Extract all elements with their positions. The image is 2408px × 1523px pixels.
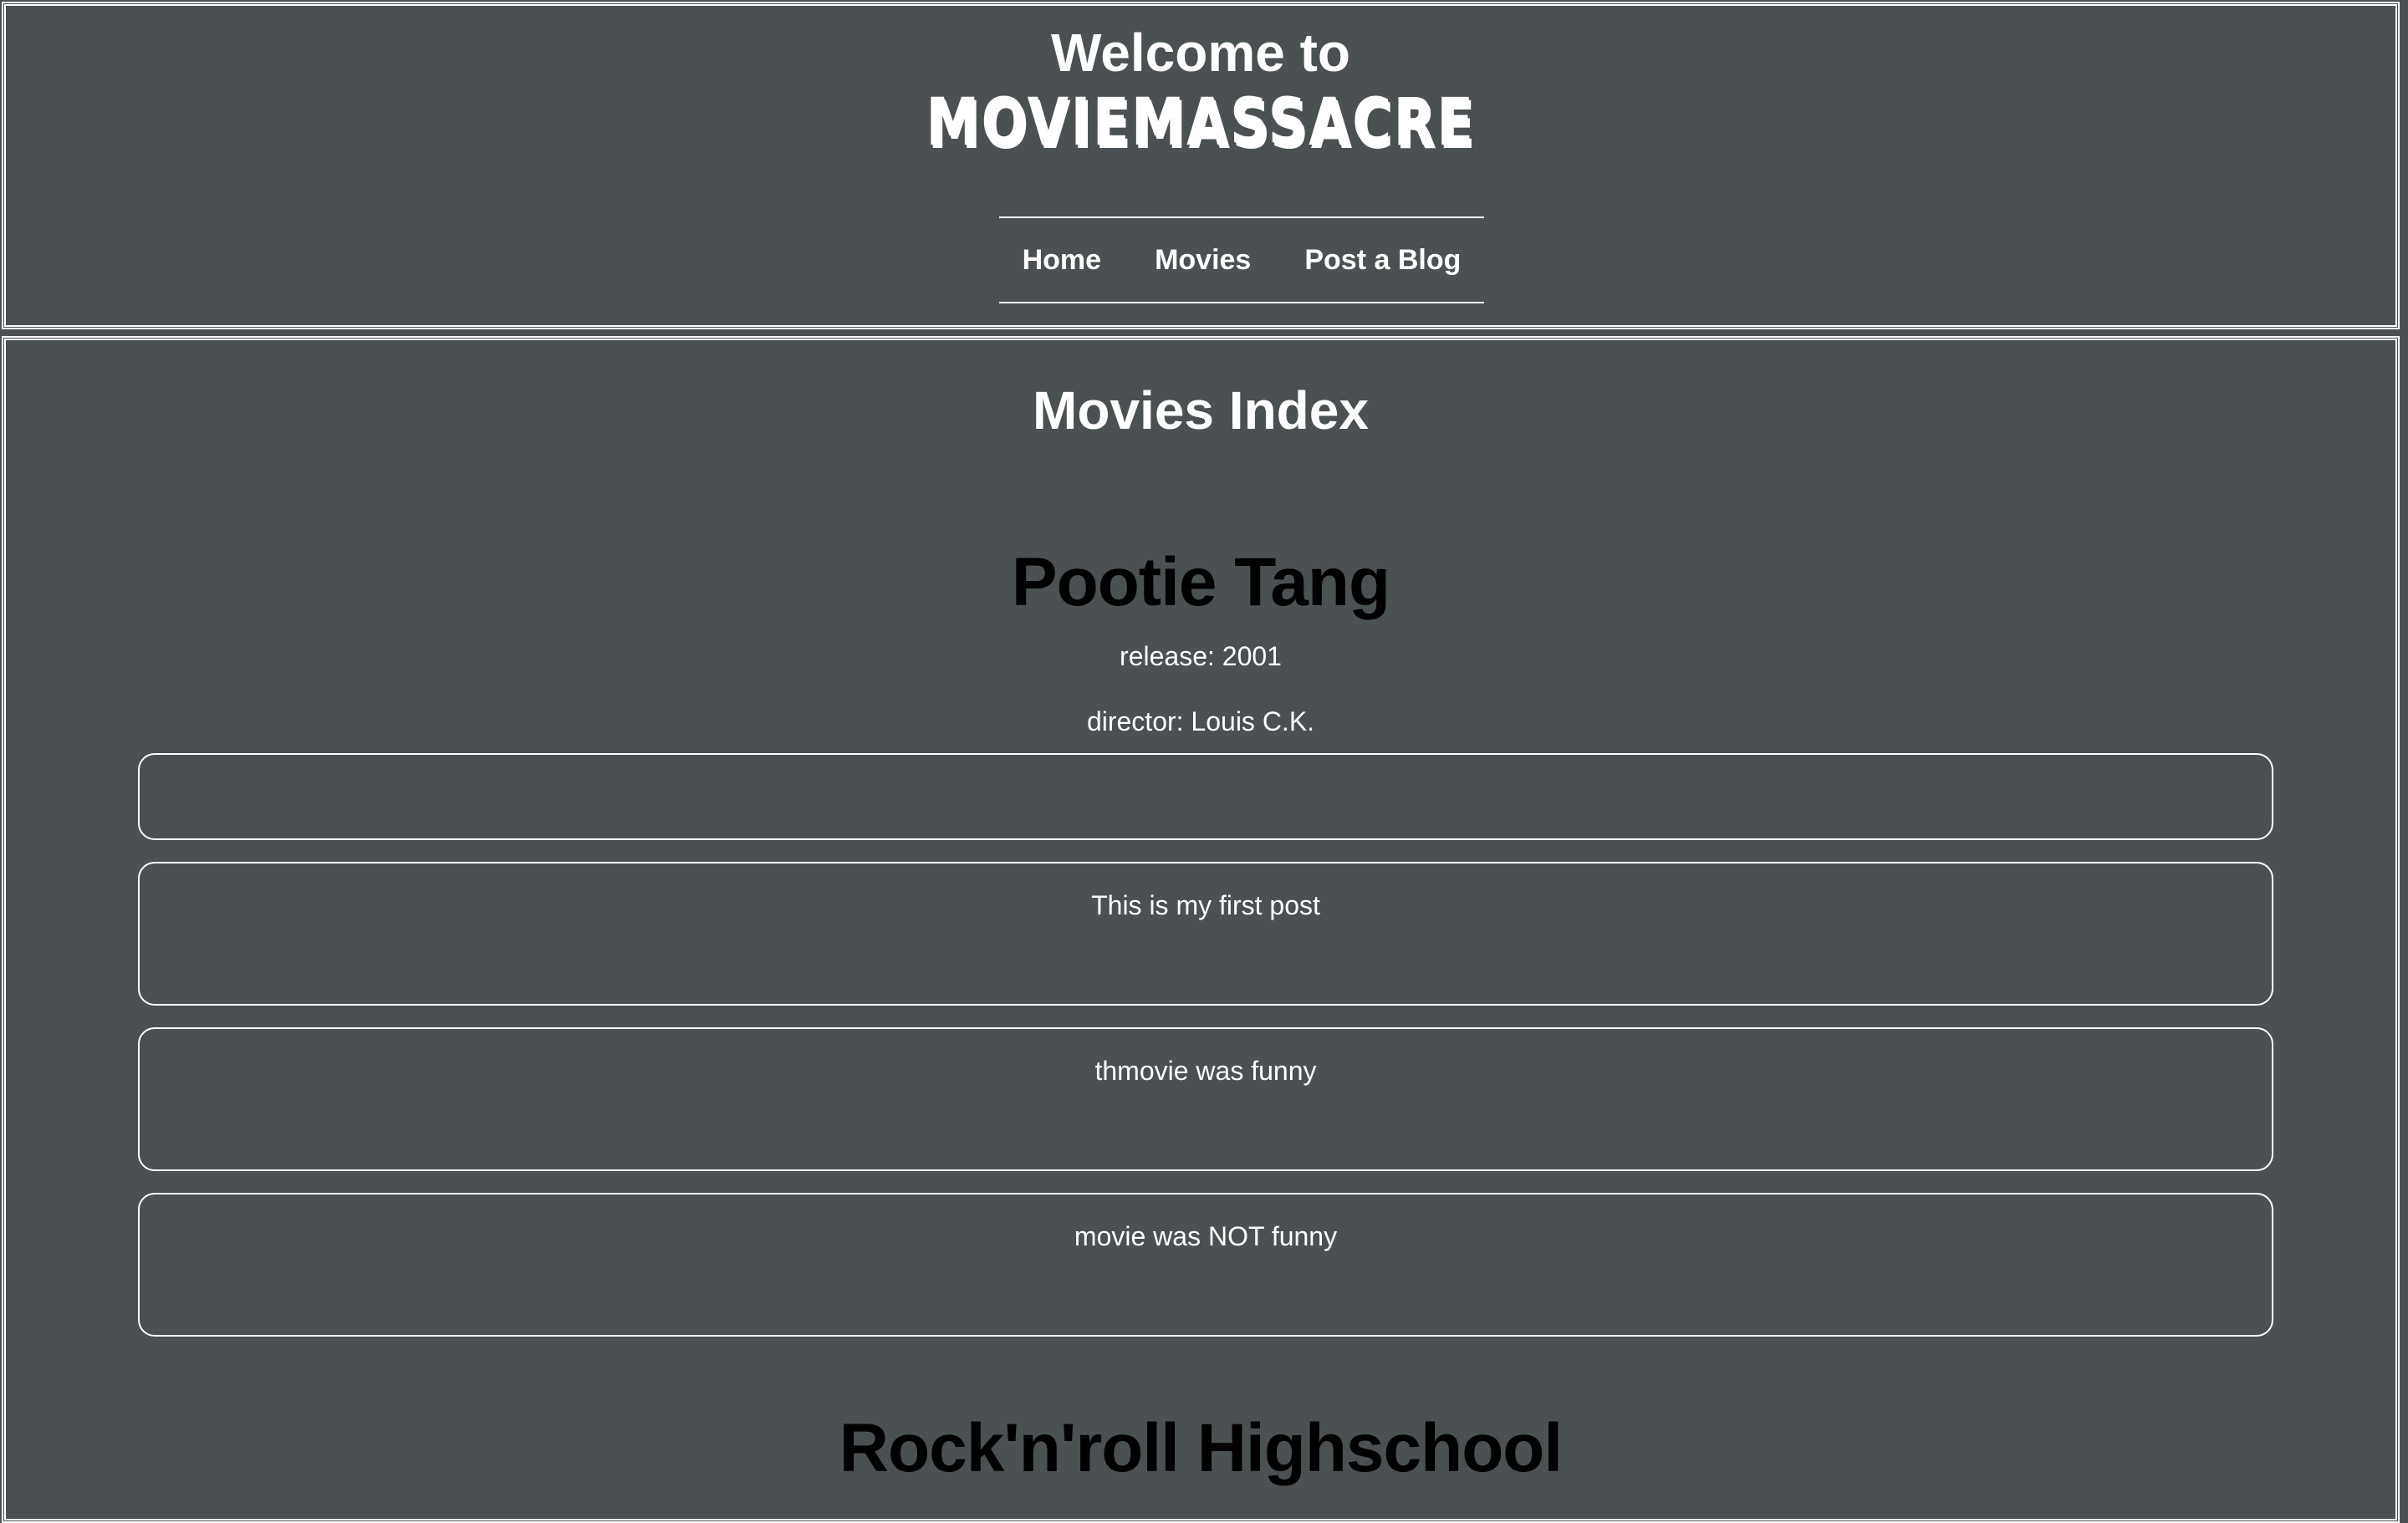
page-title: Movies Index <box>1033 380 1369 441</box>
blog-post-card <box>138 753 2273 840</box>
blog-post-text: This is my first post <box>1091 890 1320 920</box>
nav-home-link[interactable]: Home <box>1023 244 1101 277</box>
main-nav: Home Movies Post a Blog <box>999 216 1484 303</box>
nav-movies-link[interactable]: Movies <box>1155 244 1251 277</box>
blog-post-card: thmovie was funny <box>138 1027 2273 1171</box>
blog-post-text: movie was NOT funny <box>1074 1221 1338 1251</box>
blog-post-card: This is my first post <box>138 862 2273 1006</box>
welcome-heading: Welcome to <box>1051 23 1350 83</box>
movie-title: Rock'n'roll Highschool <box>839 1410 1563 1486</box>
site-logo: MOVIEMASSACRE <box>926 85 1476 160</box>
nav-post-blog-link[interactable]: Post a Blog <box>1304 244 1461 277</box>
movies-index-section: Movies Index Pootie Tang release: 2001 d… <box>2 336 2400 1523</box>
site-header: Welcome to MOVIEMASSACRE Home Movies Pos… <box>2 2 2400 329</box>
movie-title: Pootie Tang <box>1011 544 1390 620</box>
blog-post-card: movie was NOT funny <box>138 1193 2273 1337</box>
movie-director: director: Louis C.K. <box>1086 706 1315 736</box>
blog-post-text: thmovie was funny <box>1094 1056 1317 1086</box>
movie-release: release: 2001 <box>1120 641 1282 671</box>
